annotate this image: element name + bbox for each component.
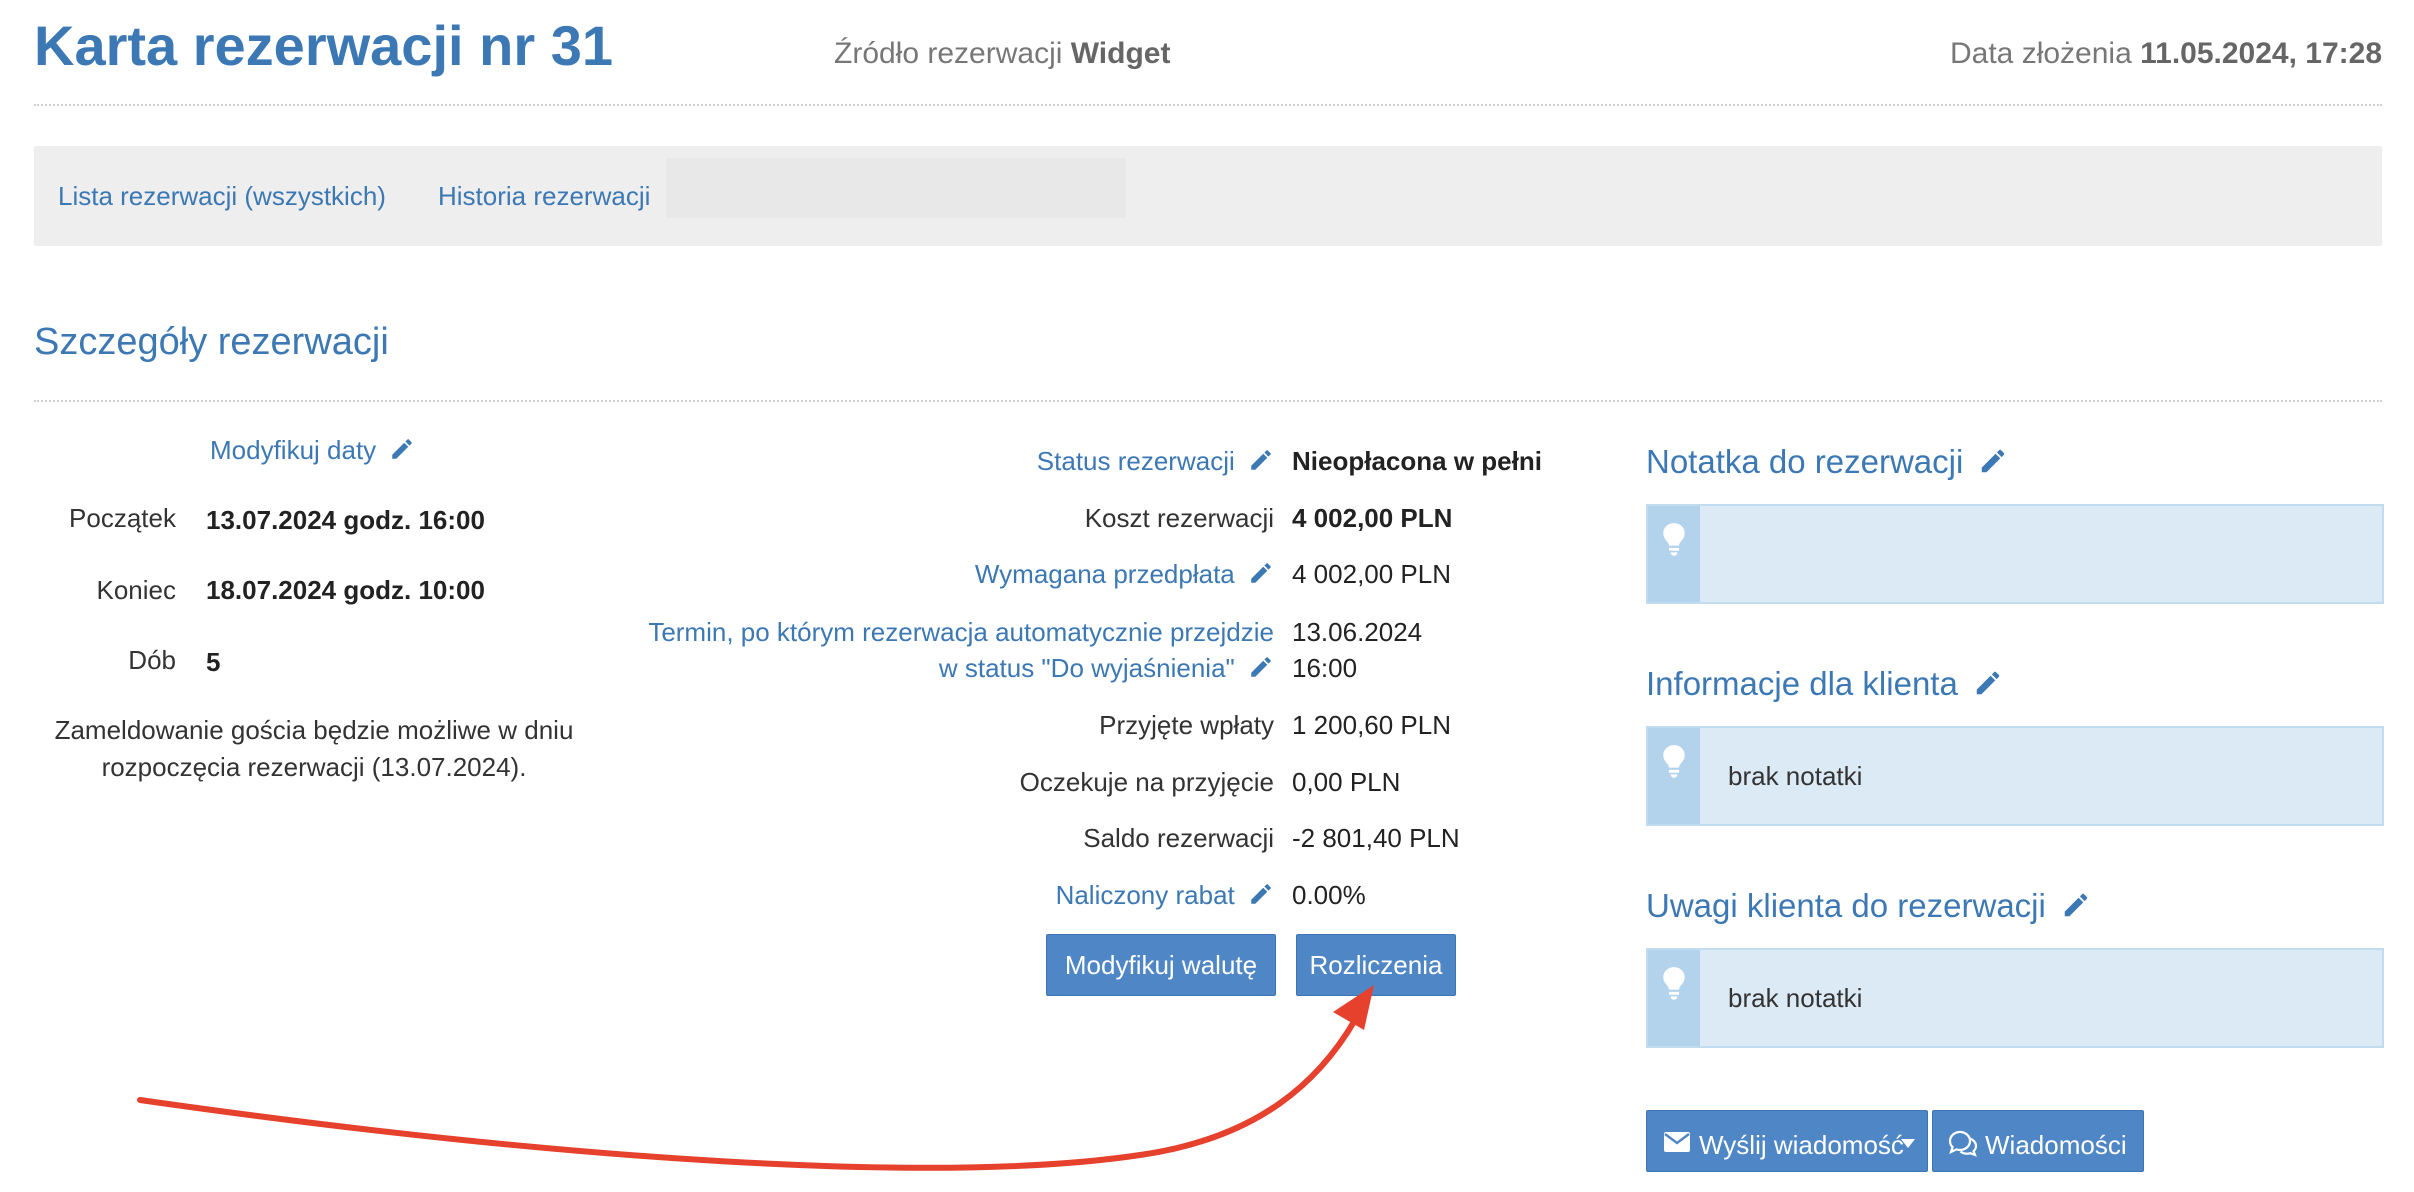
balance-value: -2 801,40 PLN	[1292, 823, 1460, 853]
caret-down-icon	[1901, 1139, 1915, 1148]
end-value: 18.07.2024 godz. 10:00	[206, 575, 485, 605]
lightbulb-icon	[1663, 523, 1685, 556]
balance-label: Saldo rezerwacji	[1083, 823, 1274, 853]
reservation-source-value: Widget	[1070, 37, 1171, 70]
pencil-icon	[1251, 450, 1271, 470]
reservation-note-title: Notatka do rezerwacji	[1646, 443, 1964, 480]
annotation-arrow-line	[137, 1017, 1358, 1171]
envelope-icon	[1664, 1132, 1690, 1152]
deadline-link[interactable]: w status "Do wyjaśnienia"	[939, 650, 1274, 686]
pencil-icon	[1976, 671, 2000, 695]
settlements-button[interactable]: Rozliczenia	[1296, 934, 1456, 996]
reservation-source: Źródło rezerwacji Widget	[834, 34, 1170, 74]
discount-label: Naliczony rabat	[1055, 880, 1235, 910]
prepayment-label: Wymagana przedpłata	[974, 559, 1235, 589]
pending-label: Oczekuje na przyjęcie	[1019, 767, 1274, 797]
nights-label: Dób	[128, 645, 176, 675]
status-label: Status rezerwacji	[1036, 446, 1235, 476]
pencil-icon	[2064, 893, 2088, 917]
modify-dates-label: Modyfikuj daty	[210, 435, 377, 465]
discount-link[interactable]: Naliczony rabat	[1056, 877, 1274, 913]
lightbulb-icon	[1663, 745, 1685, 778]
reservation-nav-bar: Lista rezerwacji (wszystkich) Historia r…	[34, 146, 2382, 246]
nav-empty-slot	[666, 158, 1126, 218]
section-title: Szczegóły rezerwacji	[34, 321, 389, 363]
modify-currency-button[interactable]: Modyfikuj walutę	[1046, 934, 1276, 996]
lightbulb-icon	[1663, 967, 1685, 1000]
deadline-label-line2: w status "Do wyjaśnienia"	[938, 653, 1235, 683]
chat-bubbles-icon	[1948, 1130, 1978, 1157]
note-icon-strip	[1648, 728, 1700, 824]
client-remarks-box: brak notatki	[1646, 948, 2384, 1048]
note-icon-strip	[1648, 506, 1700, 602]
client-info-edit[interactable]: Informacje dla klienta	[1646, 662, 2003, 706]
status-link[interactable]: Status rezerwacji	[1037, 443, 1274, 479]
client-remarks-edit[interactable]: Uwagi klienta do rezerwacji	[1646, 884, 2091, 928]
prepayment-value: 4 002,00 PLN	[1292, 559, 1452, 589]
pencil-icon	[392, 439, 413, 459]
client-info-box: brak notatki	[1646, 726, 2384, 826]
reservation-source-label: Źródło rezerwacji	[834, 37, 1063, 70]
discount-value: 0.00%	[1292, 880, 1366, 910]
modify-dates-link[interactable]: Modyfikuj daty	[210, 432, 415, 468]
cost-value: 4 002,00 PLN	[1292, 503, 1453, 533]
start-label: Początek	[69, 503, 176, 533]
send-message-label: Wyślij wiadomość	[1699, 1130, 1904, 1160]
prepayment-link[interactable]: Wymagana przedpłata	[975, 556, 1274, 592]
page-title: Karta rezerwacji nr 31	[34, 14, 613, 77]
client-info-title: Informacje dla klienta	[1646, 665, 1958, 702]
pending-value: 0,00 PLN	[1292, 767, 1401, 797]
pencil-icon	[1251, 563, 1271, 583]
reservation-note-box	[1646, 504, 2384, 604]
section-divider	[34, 400, 2382, 402]
start-value: 13.07.2024 godz. 16:00	[206, 505, 485, 535]
deadline-date: 13.06.2024	[1292, 617, 1423, 647]
client-remarks-text: brak notatki	[1728, 983, 1863, 1013]
pencil-icon	[1982, 449, 2005, 473]
pencil-icon	[1251, 657, 1271, 677]
checkin-note: Zameldowanie gościa będzie możliwe w dni…	[54, 715, 574, 782]
messages-button[interactable]: Wiadomości	[1932, 1110, 2144, 1172]
nav-link-reservation-history[interactable]: Historia rezerwacji	[438, 178, 650, 214]
header-divider	[34, 104, 2382, 106]
nav-link-all-reservations[interactable]: Lista rezerwacji (wszystkich)	[58, 178, 386, 214]
note-icon-strip	[1648, 950, 1700, 1046]
deadline-time: 16:00	[1292, 653, 1358, 683]
client-remarks-title: Uwagi klienta do rezerwacji	[1646, 887, 2046, 924]
status-value: Nieopłacona w pełni	[1292, 446, 1542, 476]
messages-label: Wiadomości	[1985, 1130, 2127, 1160]
deadline-label-line1: Termin, po którym rezerwacja automatyczn…	[648, 617, 1274, 647]
submission-date: Data złożenia 11.05.2024, 17:28	[1950, 34, 2382, 74]
cost-label: Koszt rezerwacji	[1084, 503, 1274, 533]
pencil-icon	[1251, 884, 1271, 904]
send-message-button[interactable]: Wyślij wiadomość	[1646, 1110, 1928, 1172]
submission-date-value: 11.05.2024, 17:28	[2140, 37, 2382, 70]
nights-value: 5	[206, 647, 221, 677]
submission-date-label: Data złożenia	[1949, 37, 2132, 70]
client-info-text: brak notatki	[1728, 761, 1863, 791]
reservation-note-edit[interactable]: Notatka do rezerwacji	[1646, 440, 2008, 484]
received-value: 1 200,60 PLN	[1292, 710, 1452, 740]
end-label: Koniec	[96, 575, 177, 605]
received-label: Przyjęte wpłaty	[1099, 710, 1274, 740]
